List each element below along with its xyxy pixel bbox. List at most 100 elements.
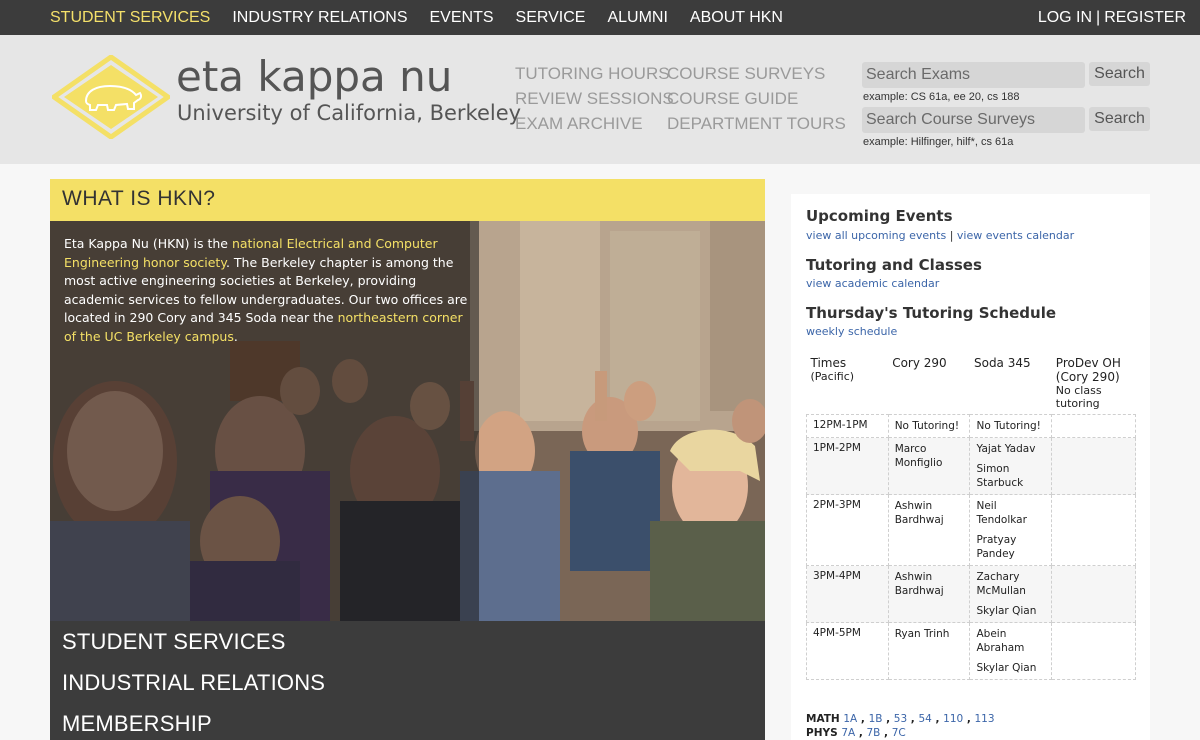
link-course-surveys[interactable]: COURSE SURVEYS: [667, 61, 846, 86]
weekly-schedule-link[interactable]: weekly schedule: [806, 325, 897, 338]
nav-events[interactable]: EVENTS: [430, 9, 494, 27]
nav-alumni[interactable]: ALUMNI: [607, 9, 667, 27]
tutor-name: No Tutoring!: [894, 420, 960, 432]
header-times: Times (Pacific): [807, 350, 889, 415]
section-menu: STUDENT SERVICES INDUSTRIAL RELATIONS ME…: [50, 621, 765, 740]
math-label: MATH: [806, 713, 840, 725]
links-separator: |: [949, 229, 954, 242]
nav-about-hkn[interactable]: ABOUT HKN: [690, 9, 783, 27]
survey-search-button[interactable]: Search: [1089, 107, 1150, 131]
auth-separator: |: [1096, 8, 1101, 26]
row-soda: Abein Abraham Skylar Qian: [969, 622, 1053, 680]
upcoming-events-links: view all upcoming events | view events c…: [806, 229, 1074, 242]
survey-search-input[interactable]: [862, 107, 1085, 133]
header-soda: Soda 345: [973, 356, 1031, 370]
course-link[interactable]: 53: [894, 713, 907, 725]
tutor-name: Zachary McMullan: [976, 571, 1026, 597]
header-times-label: Times: [810, 356, 847, 370]
exam-search-example: example: CS 61a, ee 20, cs 188: [863, 91, 1020, 103]
header-links-col-1: TUTORING HOURS REVIEW SESSIONS EXAM ARCH…: [515, 61, 674, 136]
hero-photo: Eta Kappa Nu (HKN) is the national Elect…: [50, 221, 765, 621]
row-soda: Neil Tendolkar Pratyay Pandey: [969, 494, 1053, 566]
link-course-guide[interactable]: COURSE GUIDE: [667, 86, 846, 111]
table-row: 3PM-4PM Ashwin Bardhwaj Zachary McMullan…: [806, 565, 1136, 623]
table-row: 1PM-2PM Marco Monfiglio Yajat Yadav Simon…: [806, 437, 1136, 495]
row-time: 12PM-1PM: [806, 414, 889, 438]
link-review-sessions[interactable]: REVIEW SESSIONS: [515, 86, 674, 111]
upcoming-events-title: Upcoming Events: [806, 207, 953, 225]
tutor-name: Skylar Qian: [976, 662, 1037, 674]
course-link[interactable]: 113: [975, 713, 995, 725]
row-prodev: [1051, 437, 1136, 495]
row-cory: Ashwin Bardhwaj: [887, 565, 971, 623]
nav-student-services[interactable]: STUDENT SERVICES: [50, 9, 210, 27]
exam-search-button[interactable]: Search: [1089, 62, 1150, 86]
course-link[interactable]: 54: [918, 713, 931, 725]
course-link[interactable]: 110: [943, 713, 963, 725]
top-navigation-bar: STUDENT SERVICES INDUSTRY RELATIONS EVEN…: [0, 0, 1200, 35]
header-cory: Cory 290: [892, 356, 947, 370]
table-row: 12PM-1PM No Tutoring! No Tutoring!: [806, 414, 1136, 438]
view-upcoming-events-link[interactable]: view all upcoming events: [806, 229, 946, 242]
table-header-row: Times (Pacific) Cory 290 Soda 345 ProDev …: [807, 350, 1136, 415]
what-is-hkn-bar: WHAT IS HKN?: [50, 179, 765, 221]
row-soda: Yajat Yadav Simon Starbuck: [969, 437, 1053, 495]
academic-calendar-link[interactable]: view academic calendar: [806, 277, 939, 290]
tutor-name: Yajat Yadav: [976, 443, 1036, 455]
row-prodev: [1051, 565, 1136, 623]
nav-service[interactable]: SERVICE: [516, 9, 586, 27]
row-time: 2PM-3PM: [806, 494, 889, 566]
math-courses: MATH 1A , 1B , 53 , 54 , 110 , 113: [806, 713, 995, 725]
course-link[interactable]: 7B: [867, 727, 881, 739]
tutor-name: Ryan Trinh: [894, 628, 950, 640]
row-soda: Zachary McMullan Skylar Qian: [969, 565, 1053, 623]
survey-search-row: Search: [862, 107, 1150, 133]
header-prodev: ProDev OH (Cory 290) No class tutoring: [1052, 350, 1136, 415]
exam-search-input[interactable]: [862, 62, 1085, 88]
brand-subtitle[interactable]: University of California, Berkeley: [177, 101, 521, 125]
tutor-name: Neil Tendolkar: [976, 500, 1027, 526]
tutor-name: No Tutoring!: [976, 420, 1041, 432]
survey-search-example: example: Hilfinger, hilf*, cs 61a: [863, 136, 1014, 148]
row-prodev: [1051, 414, 1136, 438]
link-exam-archive[interactable]: EXAM ARCHIVE: [515, 111, 674, 136]
course-link[interactable]: 7A: [841, 727, 855, 739]
header-prodev-sub: No class tutoring: [1055, 384, 1102, 410]
course-link[interactable]: 1A: [843, 713, 857, 725]
auth-links: LOG IN | REGISTER: [1038, 0, 1186, 35]
row-cory: Ryan Trinh: [887, 622, 971, 680]
course-link[interactable]: 7C: [892, 727, 906, 739]
intro-text-3: .: [233, 328, 238, 344]
link-department-tours[interactable]: DEPARTMENT TOURS: [667, 111, 846, 136]
exam-search-row: Search: [862, 62, 1150, 88]
menu-industrial-relations[interactable]: INDUSTRIAL RELATIONS: [62, 670, 325, 696]
hkn-logo-icon[interactable]: [52, 55, 170, 139]
row-time: 3PM-4PM: [806, 565, 889, 623]
menu-student-services[interactable]: STUDENT SERVICES: [62, 629, 286, 655]
course-link[interactable]: 1B: [869, 713, 883, 725]
login-link[interactable]: LOG IN: [1038, 9, 1092, 27]
row-soda: No Tutoring!: [969, 414, 1053, 438]
brand-title[interactable]: eta kappa nu: [176, 52, 452, 101]
phys-label: PHYS: [806, 727, 838, 739]
row-prodev: [1051, 494, 1136, 566]
row-time: 1PM-2PM: [806, 437, 889, 495]
row-cory: No Tutoring!: [887, 414, 971, 438]
link-tutoring-hours[interactable]: TUTORING HOURS: [515, 61, 674, 86]
register-link[interactable]: REGISTER: [1104, 9, 1186, 27]
view-events-calendar-link[interactable]: view events calendar: [957, 229, 1074, 242]
tutor-name: Ashwin Bardhwaj: [894, 571, 944, 597]
tutor-name: Pratyay Pandey: [976, 534, 1017, 560]
tutor-name: Skylar Qian: [976, 605, 1037, 617]
row-cory: Marco Monfiglio: [887, 437, 971, 495]
table-row: 4PM-5PM Ryan Trinh Abein Abraham Skylar Q…: [806, 622, 1136, 680]
phys-courses: PHYS 7A , 7B , 7C: [806, 727, 906, 739]
nav-industry-relations[interactable]: INDUSTRY RELATIONS: [232, 9, 407, 27]
row-prodev: [1051, 622, 1136, 680]
sidebar-panel: Upcoming Events view all upcoming events…: [791, 194, 1150, 740]
table-row: 2PM-3PM Ashwin Bardhwaj Neil Tendolkar Pr…: [806, 494, 1136, 566]
tutoring-schedule-table: Times (Pacific) Cory 290 Soda 345 ProDev …: [806, 350, 1136, 680]
tutor-name: Simon Starbuck: [976, 463, 1024, 489]
menu-membership[interactable]: MEMBERSHIP: [62, 711, 212, 737]
schedule-title: Thursday's Tutoring Schedule: [806, 304, 1057, 322]
